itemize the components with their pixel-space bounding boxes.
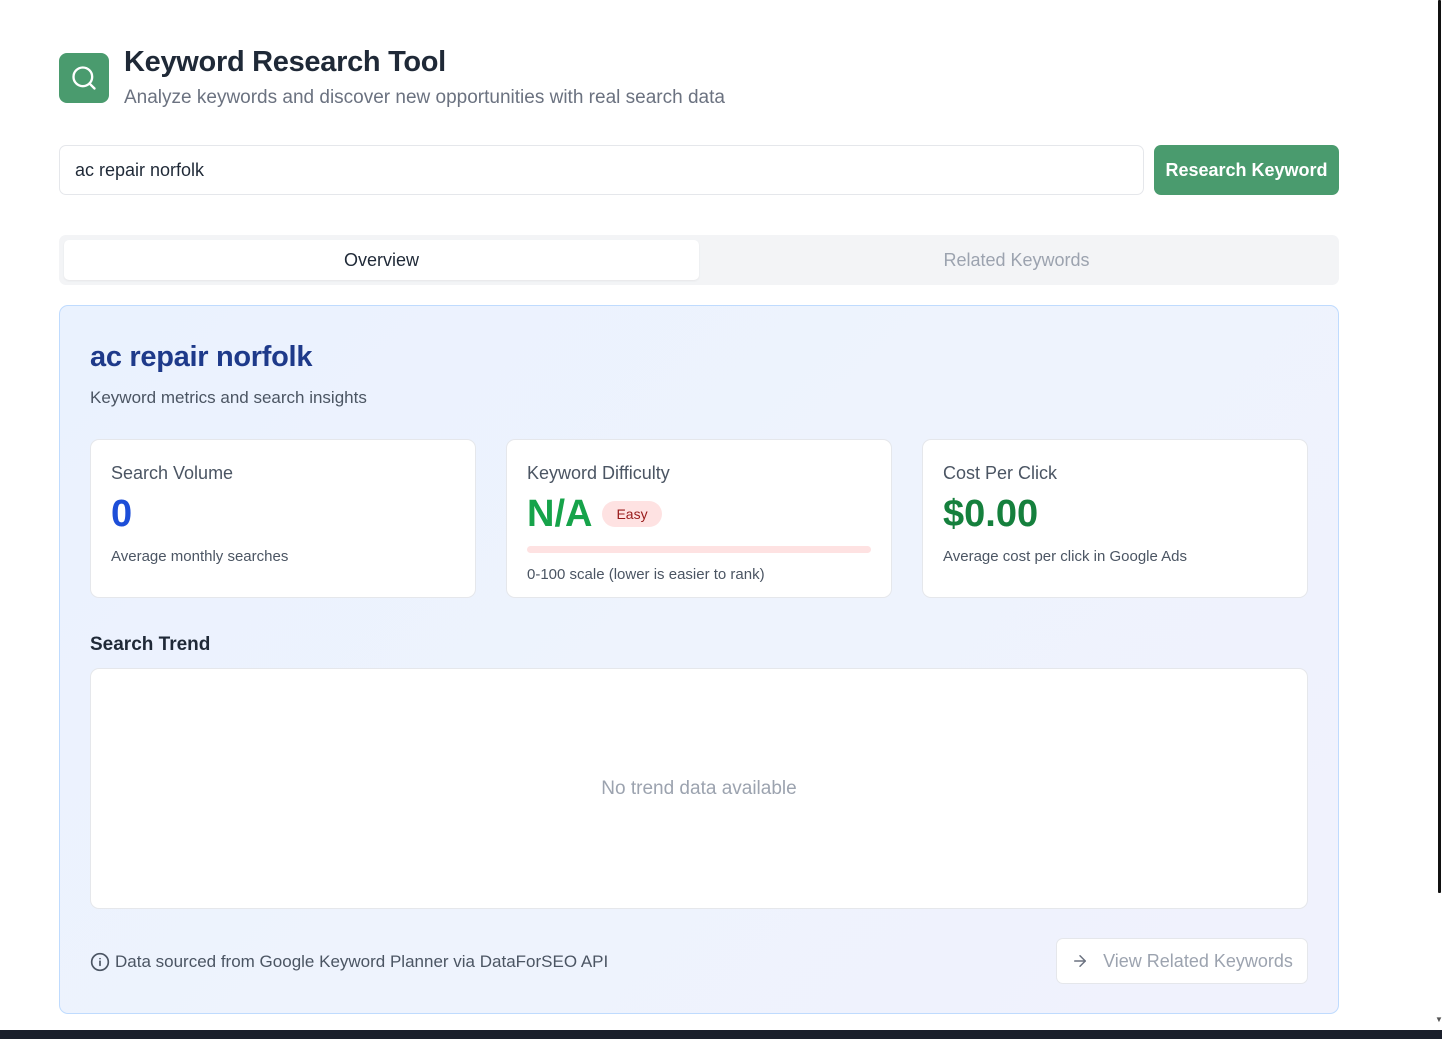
search-volume-card: Search Volume 0 Average monthly searches	[90, 439, 476, 598]
app-header: Keyword Research Tool Analyze keywords a…	[59, 45, 725, 110]
cpc-value: $0.00	[943, 493, 1039, 535]
search-icon	[59, 53, 109, 103]
data-source-note: Data sourced from Google Keyword Planner…	[90, 952, 608, 972]
cpc-label: Cost Per Click	[943, 463, 1058, 483]
difficulty-progress-bar	[527, 546, 871, 553]
data-source-text: Data sourced from Google Keyword Planner…	[115, 952, 609, 971]
keyword-search-input[interactable]	[59, 145, 1144, 195]
scroll-down-icon[interactable]: ▼	[1435, 1015, 1442, 1024]
tab-bar: Overview Related Keywords	[59, 235, 1339, 285]
view-related-keywords-button[interactable]: View Related Keywords	[1056, 938, 1308, 984]
cpc-note: Average cost per click in Google Ads	[943, 548, 1188, 565]
keyword-difficulty-label: Keyword Difficulty	[527, 463, 670, 483]
keyword-subtitle: Keyword metrics and search insights	[90, 388, 367, 407]
app-subtitle: Analyze keywords and discover new opport…	[124, 87, 725, 108]
cpc-card: Cost Per Click $0.00 Average cost per cl…	[922, 439, 1308, 598]
taskbar-edge	[0, 1030, 1442, 1039]
difficulty-badge: Easy	[602, 501, 662, 527]
scrollbar-thumb[interactable]	[1438, 0, 1441, 893]
tab-overview[interactable]: Overview	[64, 240, 699, 280]
keyword-title: ac repair norfolk	[90, 341, 313, 373]
keyword-difficulty-value: N/A	[527, 493, 593, 535]
search-volume-note: Average monthly searches	[111, 548, 289, 565]
search-trend-title: Search Trend	[90, 634, 211, 655]
keyword-difficulty-card: Keyword Difficulty N/A Easy 0-100 scale …	[506, 439, 892, 598]
keyword-difficulty-note: 0-100 scale (lower is easier to rank)	[527, 566, 765, 583]
tab-related-keywords[interactable]: Related Keywords	[699, 240, 1334, 280]
trend-empty-message: No trend data available	[601, 777, 797, 799]
search-volume-value: 0	[111, 493, 133, 535]
info-icon	[90, 952, 110, 972]
research-keyword-button[interactable]: Research Keyword	[1154, 145, 1339, 195]
overview-panel: ac repair norfolk Keyword metrics and se…	[59, 305, 1339, 1014]
arrow-right-icon	[1071, 952, 1089, 970]
app-title: Keyword Research Tool	[124, 46, 446, 78]
search-volume-label: Search Volume	[111, 463, 234, 483]
view-related-keywords-label: View Related Keywords	[1103, 950, 1293, 971]
search-trend-chart: No trend data available	[90, 668, 1308, 909]
